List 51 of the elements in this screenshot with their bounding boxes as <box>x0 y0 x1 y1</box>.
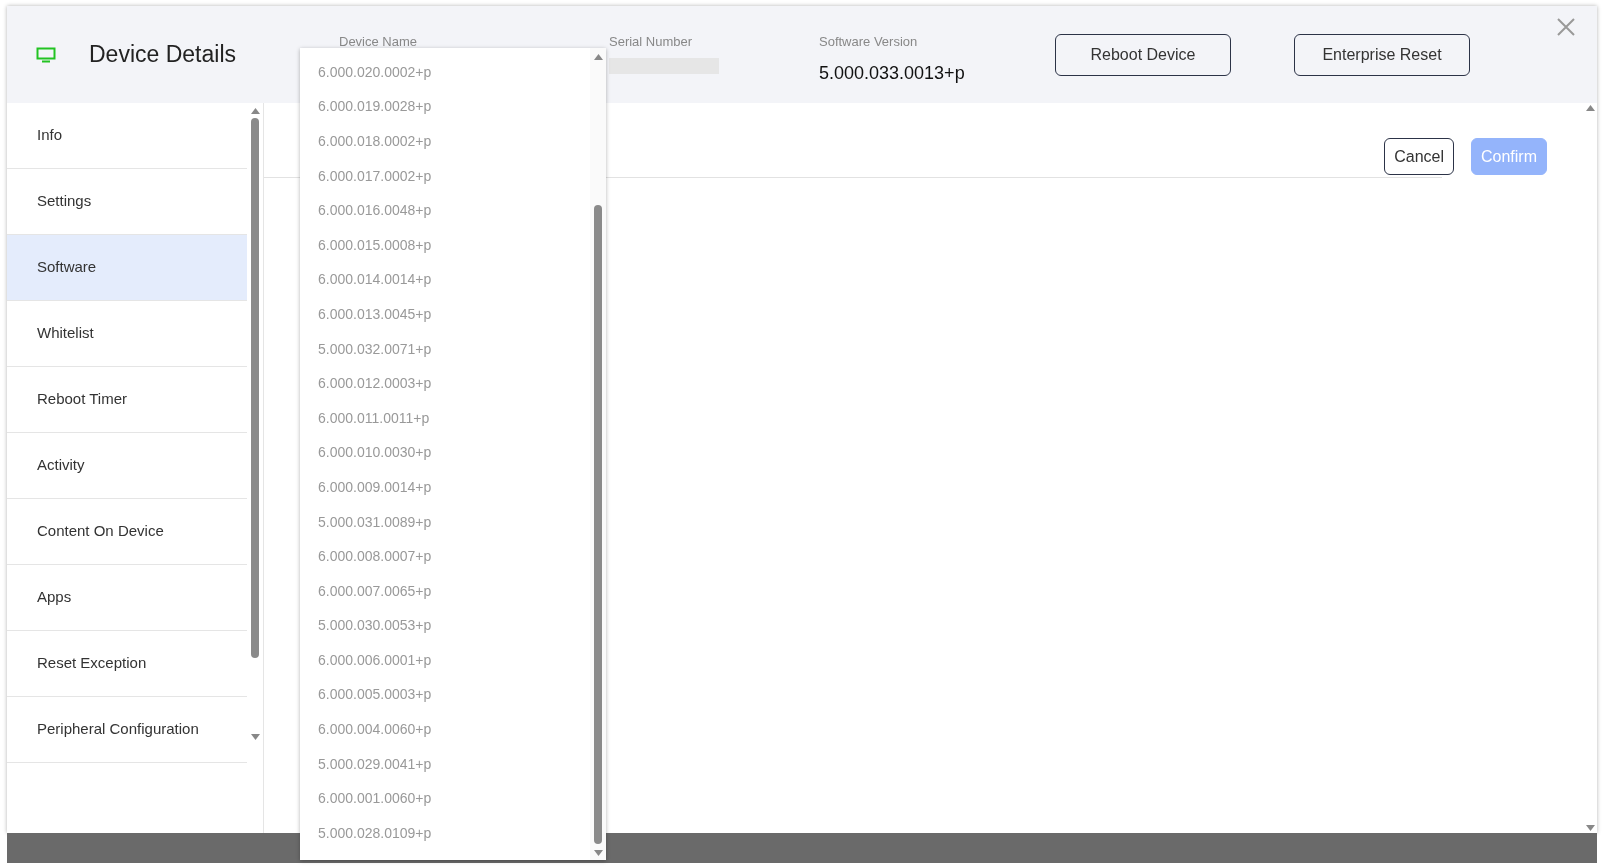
close-icon[interactable] <box>1557 18 1575 36</box>
dropdown-option[interactable]: 5.000.031.0089+p <box>300 504 590 540</box>
dropdown-option[interactable]: 6.000.013.0045+p <box>300 297 590 332</box>
field-label: Software Version <box>819 33 918 51</box>
dropdown-option[interactable]: 5.000.032.0071+p <box>300 331 590 367</box>
dropdown-option[interactable]: 6.000.020.0002+p <box>300 55 590 90</box>
modal-title: Device Details <box>89 40 237 70</box>
sidebar-item[interactable]: Activity <box>7 433 248 499</box>
monitor-icon <box>36 46 56 63</box>
dropdown-option[interactable]: 5.000.030.0053+p <box>300 608 590 644</box>
dropdown-option[interactable]: 6.000.001.0060+p <box>300 781 590 817</box>
header-button[interactable]: Enterprise Reset <box>1294 33 1470 76</box>
dropdown-option[interactable]: 6.000.010.0030+p <box>300 435 590 471</box>
dropdown-option[interactable]: 6.000.017.0002+p <box>300 158 590 194</box>
sidebar-item[interactable]: Settings <box>7 169 248 235</box>
dropdown-option[interactable]: 6.000.011.0011+p <box>300 400 590 436</box>
sidebar-item[interactable]: Peripheral Configuration <box>7 697 248 763</box>
scroll-down-icon[interactable] <box>593 850 603 856</box>
dropdown-option[interactable]: 5.000.028.0109+p <box>300 816 590 851</box>
sidebar-item[interactable]: Reset Exception <box>7 631 248 697</box>
scrollbar-thumb[interactable] <box>251 118 260 658</box>
dropdown-option[interactable]: 6.000.019.0028+p <box>300 89 590 125</box>
scroll-down-icon[interactable] <box>250 734 260 740</box>
dropdown-option[interactable]: 5.000.029.0041+p <box>300 746 590 782</box>
dropdown-option[interactable]: 6.000.006.0001+p <box>300 643 590 678</box>
sidebar-item[interactable]: Reboot Timer <box>7 367 248 433</box>
sidebar-item[interactable]: Info <box>7 103 248 169</box>
dropdown-option[interactable]: 6.000.012.0003+p <box>300 366 590 401</box>
scroll-up-icon[interactable] <box>1586 105 1595 111</box>
scroll-down-icon[interactable] <box>1586 825 1595 831</box>
sidebar-item[interactable]: Apps <box>7 565 248 631</box>
scrollbar-thumb[interactable] <box>594 205 602 844</box>
scroll-up-icon[interactable] <box>593 54 603 60</box>
dropdown-option[interactable]: 6.000.016.0048+p <box>300 193 590 228</box>
field-value: 5.000.033.0013+p <box>819 61 965 85</box>
sidebar-item[interactable]: Content On Device <box>7 499 248 565</box>
dropdown-option[interactable]: 6.000.004.0060+p <box>300 712 590 747</box>
sidebar-item[interactable]: Whitelist <box>7 301 248 367</box>
header-button[interactable]: Reboot Device <box>1055 33 1231 76</box>
dropdown-option[interactable]: 6.000.007.0065+p <box>300 573 590 609</box>
dropdown-option[interactable]: 6.000.005.0003+p <box>300 677 590 713</box>
field-label: Device Name <box>339 33 418 51</box>
dropdown-option[interactable]: 6.000.018.0002+p <box>300 124 590 159</box>
dropdown-option[interactable]: 6.000.015.0008+p <box>300 227 590 263</box>
scroll-up-icon[interactable] <box>250 108 260 114</box>
sidebar-item[interactable]: Software <box>7 235 248 301</box>
dropdown-option[interactable]: 6.000.008.0007+p <box>300 539 590 574</box>
field-label: Serial Number <box>609 33 693 51</box>
dropdown-option[interactable]: 6.000.014.0014+p <box>300 262 590 298</box>
action-button[interactable]: Cancel <box>1384 138 1454 175</box>
dropdown-option[interactable]: 6.000.009.0014+p <box>300 470 590 505</box>
